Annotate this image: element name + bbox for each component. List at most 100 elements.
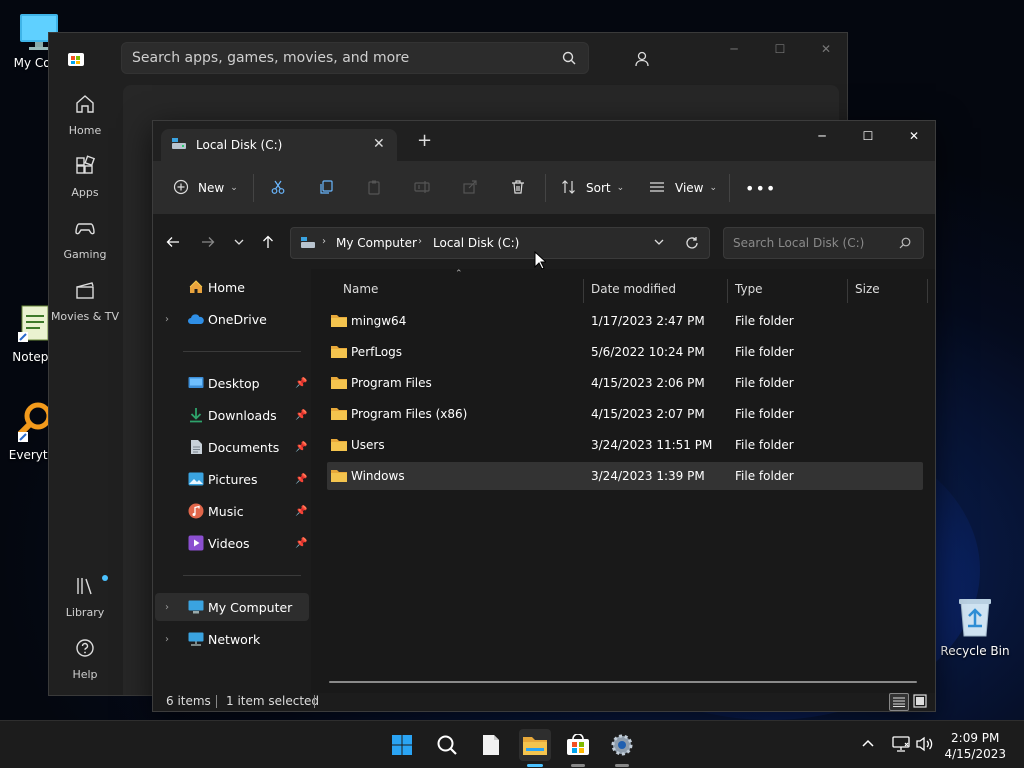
breadcrumb-my-computer[interactable]: My Computer bbox=[336, 236, 417, 250]
sort-button[interactable]: Sort ⌄ bbox=[561, 173, 624, 203]
explorer-tab[interactable]: Local Disk (C:) ✕ bbox=[161, 129, 397, 161]
file-row-selected[interactable]: Windows 3/24/2023 1:39 PM File folder bbox=[327, 462, 923, 490]
chevron-right-icon[interactable]: › bbox=[165, 602, 169, 613]
store-nav-gaming[interactable]: Gaming bbox=[49, 217, 121, 261]
clock[interactable]: 2:09 PM 4/15/2023 bbox=[944, 730, 1006, 762]
sidebar-item-desktop[interactable]: Desktop 📌 bbox=[155, 369, 309, 397]
new-button[interactable]: New ⌄ bbox=[173, 173, 238, 203]
store-nav-library[interactable]: Library bbox=[49, 575, 121, 619]
chevron-right-icon[interactable]: › bbox=[165, 634, 169, 645]
store-nav-home[interactable]: Home bbox=[49, 93, 121, 137]
paste-icon bbox=[366, 179, 382, 198]
trash-icon bbox=[510, 179, 526, 198]
sort-ascending-icon: ⌃ bbox=[455, 269, 463, 279]
explorer-search-input[interactable]: Search Local Disk (C:) bbox=[723, 227, 924, 259]
column-divider[interactable] bbox=[727, 279, 728, 303]
up-button[interactable] bbox=[256, 231, 280, 255]
taskbar-search-button[interactable] bbox=[431, 729, 463, 761]
file-date: 3/24/2023 11:51 PM bbox=[591, 438, 713, 452]
close-tab-icon[interactable]: ✕ bbox=[373, 136, 385, 152]
movies-icon bbox=[49, 279, 121, 304]
store-search-placeholder: Search apps, games, movies, and more bbox=[132, 50, 410, 66]
copy-button[interactable] bbox=[318, 173, 334, 203]
file-name: mingw64 bbox=[351, 314, 407, 328]
column-header-size[interactable]: Size bbox=[855, 277, 880, 301]
taskbar-settings-button[interactable] bbox=[606, 729, 638, 767]
forward-button[interactable] bbox=[196, 231, 220, 255]
sidebar-item-my-computer[interactable]: › My Computer bbox=[155, 593, 309, 621]
sidebar-item-music[interactable]: Music 📌 bbox=[155, 497, 309, 525]
store-nav-label: Gaming bbox=[63, 248, 107, 261]
account-icon[interactable] bbox=[633, 50, 651, 68]
back-button[interactable] bbox=[161, 231, 185, 255]
file-row[interactable]: Program Files 4/15/2023 2:06 PM File fol… bbox=[327, 369, 923, 397]
taskbar-store-button[interactable] bbox=[562, 729, 594, 767]
search-icon[interactable] bbox=[562, 51, 576, 69]
sidebar-item-network[interactable]: › Network bbox=[155, 625, 309, 653]
sidebar-item-videos[interactable]: Videos 📌 bbox=[155, 529, 309, 557]
store-nav-movies[interactable]: Movies & TV bbox=[49, 279, 121, 323]
running-indicator bbox=[571, 764, 585, 767]
store-nav-help[interactable]: Help bbox=[49, 637, 121, 681]
sidebar-item-onedrive[interactable]: › OneDrive bbox=[155, 305, 309, 333]
column-header-type[interactable]: Type bbox=[735, 277, 763, 301]
details-view-button[interactable] bbox=[889, 693, 909, 711]
desktop-icon-label: Recycle Bin bbox=[940, 644, 1010, 658]
cut-button[interactable] bbox=[270, 173, 286, 203]
network-icon bbox=[187, 630, 205, 648]
delete-button[interactable] bbox=[510, 173, 526, 203]
refresh-icon[interactable] bbox=[685, 236, 699, 253]
recent-locations-button[interactable] bbox=[227, 231, 251, 255]
rename-icon bbox=[414, 179, 430, 198]
explorer-close-button[interactable]: ✕ bbox=[891, 121, 937, 151]
sidebar-item-home[interactable]: Home bbox=[155, 273, 309, 301]
column-divider[interactable] bbox=[847, 279, 848, 303]
file-row[interactable]: mingw64 1/17/2023 2:47 PM File folder bbox=[327, 307, 923, 335]
file-row[interactable]: Users 3/24/2023 11:51 PM File folder bbox=[327, 431, 923, 459]
pin-icon[interactable]: 📌 bbox=[295, 442, 307, 453]
more-options-button[interactable]: ••• bbox=[745, 173, 776, 203]
column-header-name[interactable]: Name bbox=[343, 277, 378, 301]
desktop-icon-recycle-bin[interactable]: Recycle Bin bbox=[937, 596, 1013, 658]
pin-icon[interactable]: 📌 bbox=[295, 410, 307, 421]
address-bar[interactable]: › My Computer › Local Disk (C:) bbox=[290, 227, 710, 259]
taskbar-file-explorer-button[interactable] bbox=[519, 729, 551, 767]
file-row[interactable]: PerfLogs 5/6/2022 10:24 PM File folder bbox=[327, 338, 923, 366]
show-hidden-icons-button[interactable] bbox=[861, 737, 875, 752]
pin-icon[interactable]: 📌 bbox=[295, 378, 307, 389]
pin-icon[interactable]: 📌 bbox=[295, 506, 307, 517]
network-tray-button[interactable] bbox=[892, 736, 910, 755]
sidebar-item-downloads[interactable]: Downloads 📌 bbox=[155, 401, 309, 429]
horizontal-scrollbar[interactable] bbox=[329, 681, 917, 683]
sidebar-item-pictures[interactable]: Pictures 📌 bbox=[155, 465, 309, 493]
volume-tray-button[interactable] bbox=[916, 736, 934, 755]
pin-icon[interactable]: 📌 bbox=[295, 538, 307, 549]
rename-button[interactable] bbox=[414, 173, 430, 203]
explorer-minimize-button[interactable]: ─ bbox=[799, 121, 845, 151]
tiles-view-button[interactable] bbox=[913, 694, 927, 711]
file-row[interactable]: Program Files (x86) 4/15/2023 2:07 PM Fi… bbox=[327, 400, 923, 428]
new-tab-icon[interactable]: + bbox=[417, 132, 432, 150]
start-button[interactable] bbox=[386, 729, 418, 761]
folder-icon bbox=[331, 377, 347, 389]
explorer-maximize-button[interactable]: ☐ bbox=[845, 121, 891, 151]
share-button[interactable] bbox=[462, 173, 478, 203]
store-nav-apps[interactable]: Apps bbox=[49, 155, 121, 199]
breadcrumb-local-disk[interactable]: Local Disk (C:) bbox=[433, 236, 519, 250]
paste-button[interactable] bbox=[366, 173, 382, 203]
column-divider[interactable] bbox=[583, 279, 584, 303]
chevron-right-icon[interactable]: › bbox=[165, 314, 169, 325]
store-minimize-button[interactable]: ─ bbox=[711, 33, 757, 65]
sidebar-item-documents[interactable]: Documents 📌 bbox=[155, 433, 309, 461]
pin-icon[interactable]: 📌 bbox=[295, 474, 307, 485]
taskbar-notepad-button[interactable] bbox=[475, 729, 507, 761]
column-header-date[interactable]: Date modified bbox=[591, 277, 676, 301]
cut-icon bbox=[270, 179, 286, 198]
store-search-input[interactable]: Search apps, games, movies, and more bbox=[121, 42, 589, 74]
music-icon bbox=[187, 502, 205, 520]
address-dropdown-icon[interactable] bbox=[653, 236, 665, 251]
column-divider[interactable] bbox=[927, 279, 928, 303]
store-close-button[interactable]: ✕ bbox=[803, 33, 849, 65]
view-button[interactable]: View ⌄ bbox=[649, 173, 717, 203]
store-maximize-button[interactable]: ☐ bbox=[757, 33, 803, 65]
